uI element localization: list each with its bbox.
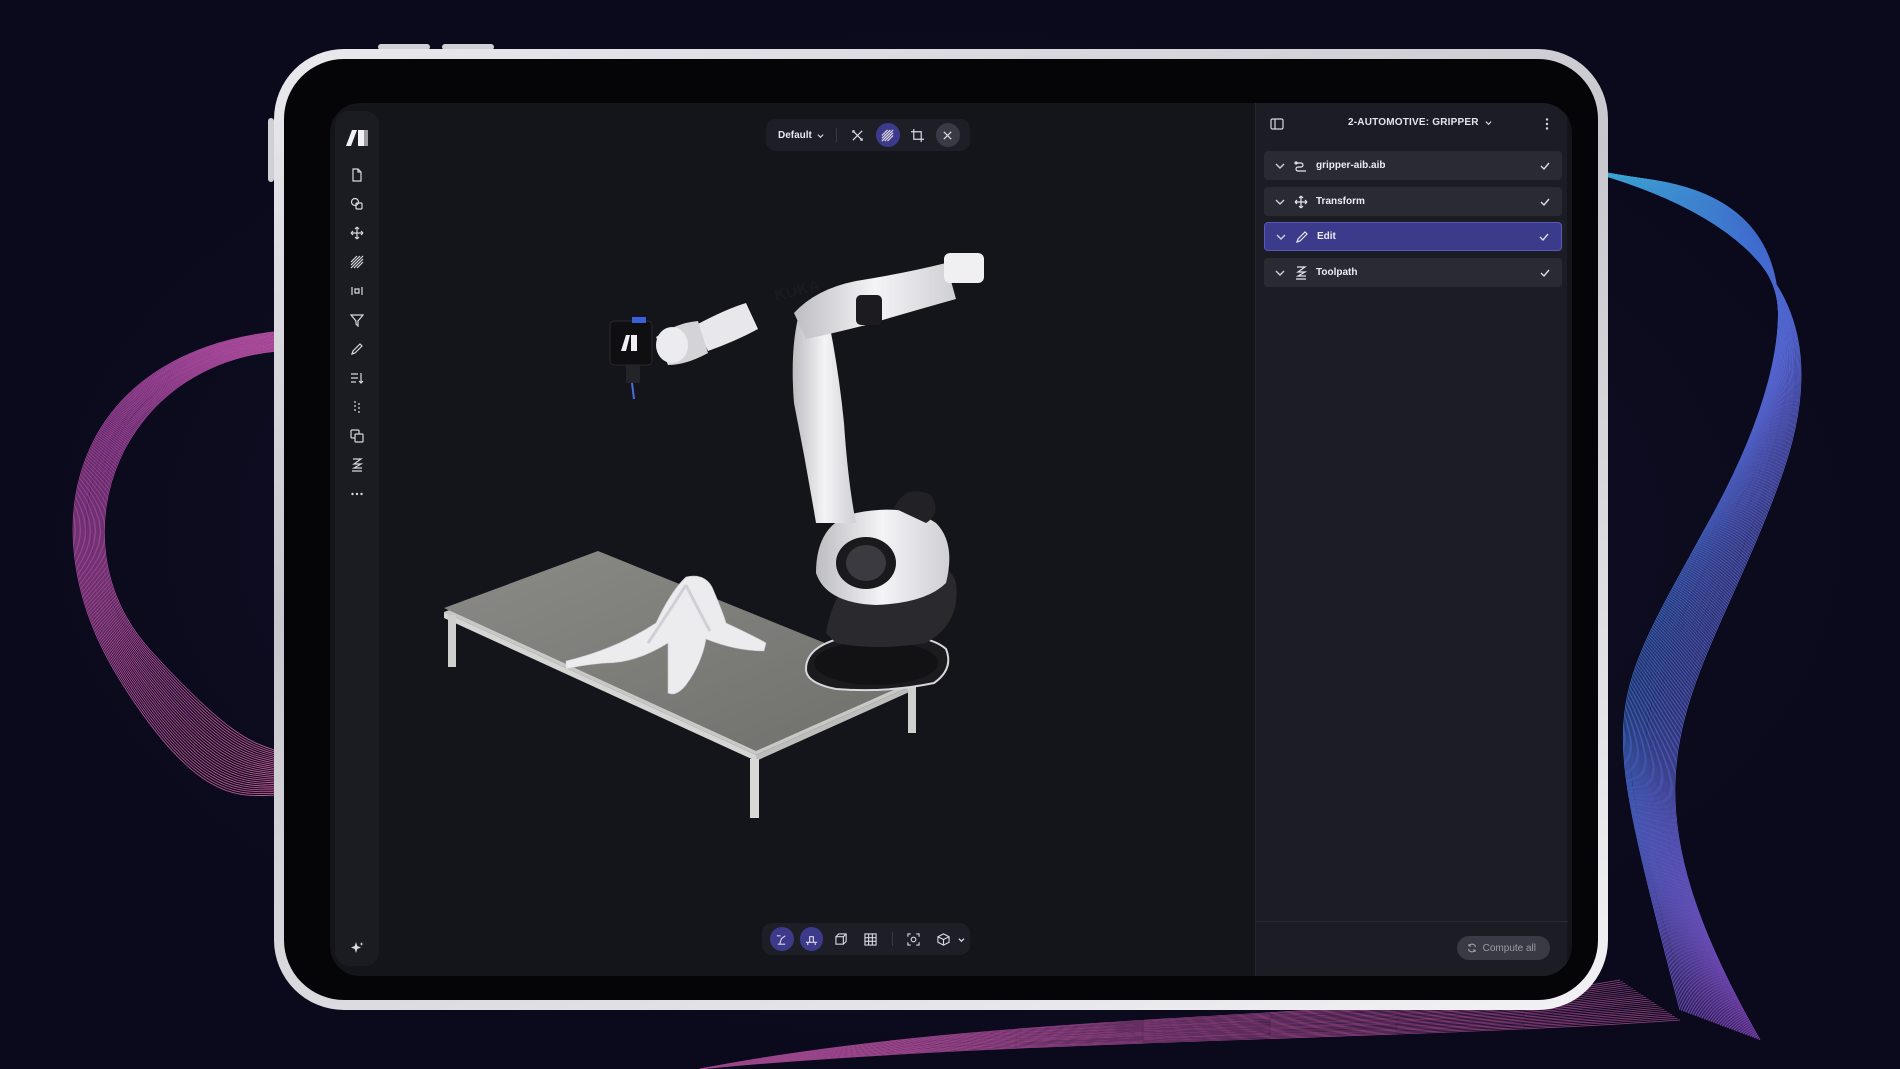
panel-footer: Compute all: [1256, 921, 1568, 976]
pencil-icon[interactable]: [345, 337, 369, 361]
view-mode-dropdown[interactable]: Default: [772, 123, 830, 147]
refresh-icon: [1467, 943, 1476, 953]
compute-all-label: Compute all: [1482, 942, 1536, 954]
app-screen: KUKA Default 2-AUTOMOTIVE: GRIPPER gripp…: [330, 103, 1572, 976]
scene-render: KUKA: [444, 253, 984, 818]
workflow-title: 2-AUTOMOTIVE: GRIPPER: [1348, 117, 1479, 128]
dotted-line-icon[interactable]: [345, 395, 369, 419]
pencil-icon: [1296, 230, 1308, 243]
crop-icon[interactable]: [906, 123, 930, 147]
tablet-frame: KUKA Default 2-AUTOMOTIVE: GRIPPER gripp…: [274, 49, 1608, 1010]
grid-icon[interactable]: [859, 927, 883, 951]
close-icon[interactable]: [935, 123, 960, 147]
step-label: Transform: [1316, 196, 1365, 207]
tablet-bezel: KUKA Default 2-AUTOMOTIVE: GRIPPER gripp…: [284, 59, 1598, 1000]
stage: KUKA Default 2-AUTOMOTIVE: GRIPPER gripp…: [0, 0, 1900, 1069]
chevron-down-icon: [1485, 121, 1492, 126]
hatch-icon[interactable]: [875, 123, 900, 147]
left-toolbar: [335, 111, 379, 966]
sort-icon[interactable]: [345, 366, 369, 390]
divider: [835, 128, 837, 142]
step-gripper-aib[interactable]: gripper-aib.aib: [1264, 151, 1562, 180]
view-mode-label: Default: [778, 129, 812, 141]
ai-logo-icon: [345, 129, 369, 147]
shapes-icon[interactable]: [345, 192, 369, 216]
step-toolpath[interactable]: Toolpath: [1264, 258, 1562, 287]
kebab-menu-icon[interactable]: [1536, 113, 1558, 135]
right-panel: 2-AUTOMOTIVE: GRIPPER gripper-aib.aib Tr…: [1255, 103, 1568, 976]
move-icon[interactable]: [345, 221, 369, 245]
chevron-down-icon: [817, 133, 824, 138]
viewport-bottom-toolbar: [762, 923, 970, 955]
layers-icon[interactable]: [345, 424, 369, 448]
3d-viewport[interactable]: KUKA Default: [386, 103, 1246, 976]
step-edit[interactable]: Edit: [1264, 222, 1562, 251]
check-icon: [1540, 269, 1550, 277]
link-icon: [1294, 160, 1306, 172]
platform-icon[interactable]: [799, 927, 824, 951]
chevron-down-icon[interactable]: [958, 936, 965, 943]
step-label: Toolpath: [1316, 267, 1358, 278]
align-icon[interactable]: [345, 279, 369, 303]
panel-header: 2-AUTOMOTIVE: GRIPPER: [1256, 103, 1568, 145]
check-icon: [1539, 233, 1549, 241]
sidebar-toggle-icon[interactable]: [1266, 113, 1288, 135]
step-transform[interactable]: Transform: [1264, 187, 1562, 216]
chevron-down-icon[interactable]: [1275, 231, 1287, 243]
step-label: gripper-aib.aib: [1316, 160, 1386, 171]
robot-icon[interactable]: [770, 927, 794, 951]
step-label: Edit: [1317, 231, 1336, 242]
chevron-down-icon[interactable]: [1274, 267, 1286, 279]
more-icon[interactable]: [345, 482, 369, 506]
check-icon: [1540, 198, 1550, 206]
move-icon: [1294, 195, 1308, 208]
viewport-top-toolbar: Default: [766, 119, 970, 151]
check-icon: [1540, 162, 1550, 170]
tools-icon[interactable]: [846, 123, 870, 147]
toolpath-icon: [1295, 265, 1308, 280]
file-icon[interactable]: [345, 163, 369, 187]
toolpath-icon[interactable]: [345, 453, 369, 477]
filter-icon[interactable]: [345, 308, 369, 332]
divider: [891, 932, 893, 946]
focus-icon[interactable]: [902, 927, 926, 951]
hatch-icon[interactable]: [345, 250, 369, 274]
box-icon[interactable]: [829, 927, 853, 951]
chevron-down-icon[interactable]: [1274, 160, 1286, 172]
sparkle-icon[interactable]: [345, 936, 369, 960]
chevron-down-icon[interactable]: [1274, 196, 1286, 208]
compute-all-button[interactable]: Compute all: [1456, 936, 1550, 960]
cube-icon[interactable]: [931, 927, 955, 951]
workflow-dropdown[interactable]: 2-AUTOMOTIVE: GRIPPER: [1348, 117, 1492, 128]
